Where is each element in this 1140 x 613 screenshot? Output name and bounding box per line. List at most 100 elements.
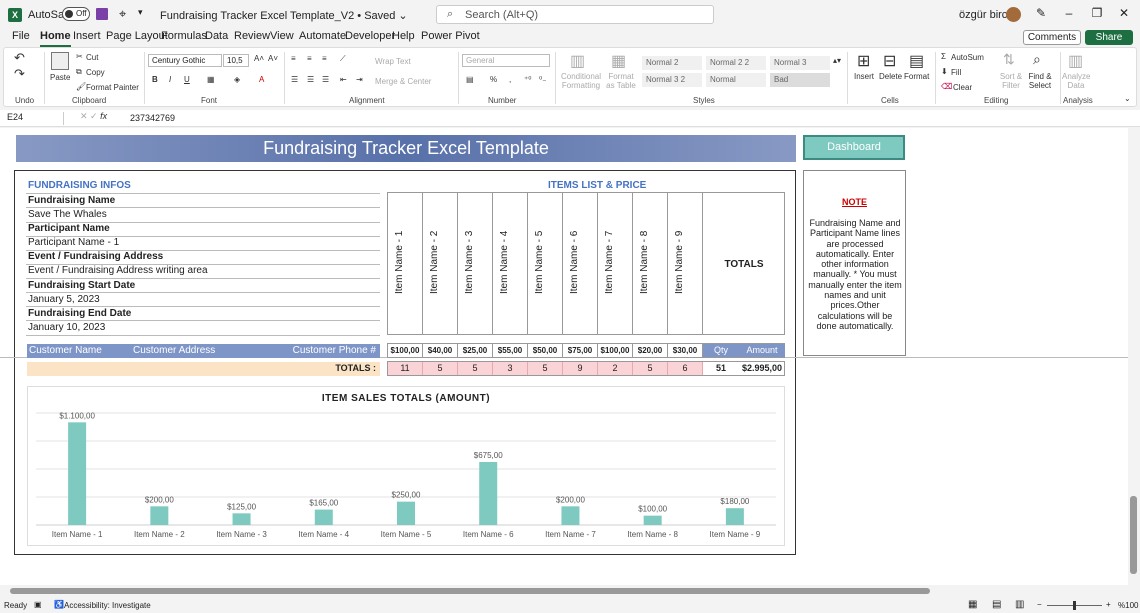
insert-cells-icon[interactable]: ⊞ <box>857 51 870 71</box>
align-right-icon[interactable]: ☰ <box>322 75 329 84</box>
format-as-table-button[interactable]: Format as Table <box>604 72 638 90</box>
item-column[interactable]: Item Name - 8 <box>633 193 668 334</box>
fill-button[interactable]: Fill <box>951 68 961 77</box>
avatar[interactable] <box>1006 7 1021 22</box>
tab-review[interactable]: Review <box>234 30 270 42</box>
scroll-thumb[interactable] <box>1130 496 1137 574</box>
participant-name-value[interactable]: Participant Name - 1 <box>28 237 119 248</box>
item-column[interactable]: Item Name - 1 <box>388 193 423 334</box>
tab-developer[interactable]: Developer <box>345 30 395 42</box>
cut-icon[interactable]: ✂ <box>76 52 83 61</box>
format-painter-icon[interactable]: 🖌 <box>76 82 86 91</box>
qty-total-cell[interactable]: 5 <box>458 362 493 375</box>
price-cell[interactable]: $20,00 <box>633 344 668 357</box>
redo-icon[interactable]: ↷ <box>14 66 25 82</box>
outdent-icon[interactable]: ⇥ <box>356 75 363 84</box>
dashboard-button[interactable]: Dashboard <box>803 135 905 160</box>
increase-font-icon[interactable]: A˄ <box>254 54 264 63</box>
item-column[interactable]: Item Name - 3 <box>458 193 493 334</box>
fundraising-name-value[interactable]: Save The Whales <box>28 209 107 220</box>
collapse-ribbon-icon[interactable]: ⌄ <box>1124 94 1131 103</box>
cut-button[interactable]: Cut <box>86 53 98 62</box>
align-bottom-icon[interactable]: ≡ <box>322 54 327 63</box>
styles-scroll-icon[interactable]: ▴▾ <box>833 56 841 65</box>
style-normal[interactable]: Normal <box>706 73 766 87</box>
price-cell[interactable]: $50,00 <box>528 344 563 357</box>
format-button[interactable]: Format <box>904 72 929 81</box>
sort-filter-icon[interactable]: ⇅ <box>1003 51 1015 68</box>
name-box[interactable]: E24 <box>4 112 64 125</box>
end-date-value[interactable]: January 10, 2023 <box>28 322 105 333</box>
item-column[interactable]: Item Name - 2 <box>423 193 458 334</box>
page-layout-view-icon[interactable]: ▤ <box>992 599 1001 610</box>
sort-filter-button[interactable]: Sort & Filter <box>998 72 1024 90</box>
price-cell[interactable]: $100,00 <box>388 344 423 357</box>
page-break-view-icon[interactable]: ▥ <box>1015 599 1024 610</box>
qty-total-cell[interactable]: 5 <box>528 362 563 375</box>
align-center-icon[interactable]: ☰ <box>307 75 314 84</box>
undo-icon[interactable]: ↶ <box>14 50 25 66</box>
autosum-button[interactable]: AutoSum <box>951 53 984 62</box>
style-normal-3-2[interactable]: Normal 3 2 <box>642 73 702 87</box>
price-cell[interactable]: $55,00 <box>493 344 528 357</box>
copy-icon[interactable]: ⧉ <box>76 67 82 77</box>
find-select-icon[interactable]: ⌕ <box>1033 51 1041 68</box>
horizontal-scrollbar[interactable] <box>0 585 1140 597</box>
price-cell[interactable]: $30,00 <box>668 344 703 357</box>
percent-icon[interactable]: % <box>490 75 497 84</box>
font-size-select[interactable]: 10,5 <box>223 54 249 67</box>
total-amount[interactable]: $2.995,00 <box>739 362 785 375</box>
paste-icon[interactable] <box>51 52 69 70</box>
number-format-select[interactable]: General <box>462 54 550 67</box>
zoom-in-icon[interactable]: + <box>1106 600 1111 609</box>
delete-cells-icon[interactable]: ⊟ <box>883 51 896 71</box>
style-normal-2[interactable]: Normal 2 <box>642 56 702 70</box>
format-as-table-icon[interactable]: ▦ <box>611 51 626 71</box>
style-normal-3[interactable]: Normal 3 <box>770 56 830 70</box>
zoom-out-icon[interactable]: − <box>1037 600 1042 609</box>
align-top-icon[interactable]: ≡ <box>291 54 296 63</box>
style-bad[interactable]: Bad <box>770 73 830 87</box>
item-column[interactable]: Item Name - 5 <box>528 193 563 334</box>
align-middle-icon[interactable]: ≡ <box>307 54 312 63</box>
maximize-icon[interactable]: ❐ <box>1087 6 1107 20</box>
zoom-slider-thumb[interactable] <box>1073 601 1076 610</box>
delete-button[interactable]: Delete <box>879 72 902 81</box>
scroll-thumb[interactable] <box>10 588 930 594</box>
document-title[interactable]: Fundraising Tracker Excel Template_V2 • … <box>160 9 408 22</box>
increase-decimal-icon[interactable]: ⁺⁰ <box>524 75 531 84</box>
tab-power-pivot[interactable]: Power Pivot <box>421 30 480 42</box>
align-left-icon[interactable]: ☰ <box>291 75 298 84</box>
indent-icon[interactable]: ⇤ <box>340 75 347 84</box>
fill-icon[interactable]: ⬇ <box>941 67 948 76</box>
share-button[interactable]: Share <box>1085 30 1133 45</box>
tab-view[interactable]: View <box>270 30 294 42</box>
font-name-select[interactable]: Century Gothic <box>148 54 222 67</box>
conditional-formatting-button[interactable]: Conditional Formatting <box>561 72 601 90</box>
merge-center-button[interactable]: Merge & Center <box>375 77 431 86</box>
pen-icon[interactable]: ✎ <box>1036 6 1046 20</box>
close-icon[interactable]: ✕ <box>1114 6 1134 20</box>
chart-area[interactable]: ITEM SALES TOTALS (AMOUNT) $1.100,00 Item… <box>27 386 785 546</box>
conditional-formatting-icon[interactable]: ▥ <box>570 51 585 71</box>
tab-data[interactable]: Data <box>205 30 228 42</box>
tab-formulas[interactable]: Formulas <box>161 30 207 42</box>
total-qty[interactable]: 51 <box>703 362 739 375</box>
zoom-level[interactable]: %100 <box>1118 601 1138 610</box>
start-date-value[interactable]: January 5, 2023 <box>28 294 100 305</box>
analyze-data-icon[interactable]: ▥ <box>1068 51 1083 71</box>
accounting-format-icon[interactable]: ▤ <box>466 75 474 84</box>
minimize-icon[interactable]: – <box>1059 6 1079 20</box>
qty-total-cell[interactable]: 5 <box>423 362 458 375</box>
price-cell[interactable]: $40,00 <box>423 344 458 357</box>
price-cell[interactable]: $25,00 <box>458 344 493 357</box>
tab-page-layout[interactable]: Page Layout <box>106 30 168 42</box>
tab-insert[interactable]: Insert <box>73 30 101 42</box>
comma-style-icon[interactable]: , <box>509 75 511 84</box>
item-column[interactable]: Item Name - 9 <box>668 193 703 334</box>
price-cell[interactable]: $100,00 <box>598 344 633 357</box>
save-icon[interactable] <box>96 8 108 20</box>
item-column[interactable]: Item Name - 7 <box>598 193 633 334</box>
qty-total-cell[interactable]: 9 <box>563 362 598 375</box>
tab-help[interactable]: Help <box>392 30 415 42</box>
